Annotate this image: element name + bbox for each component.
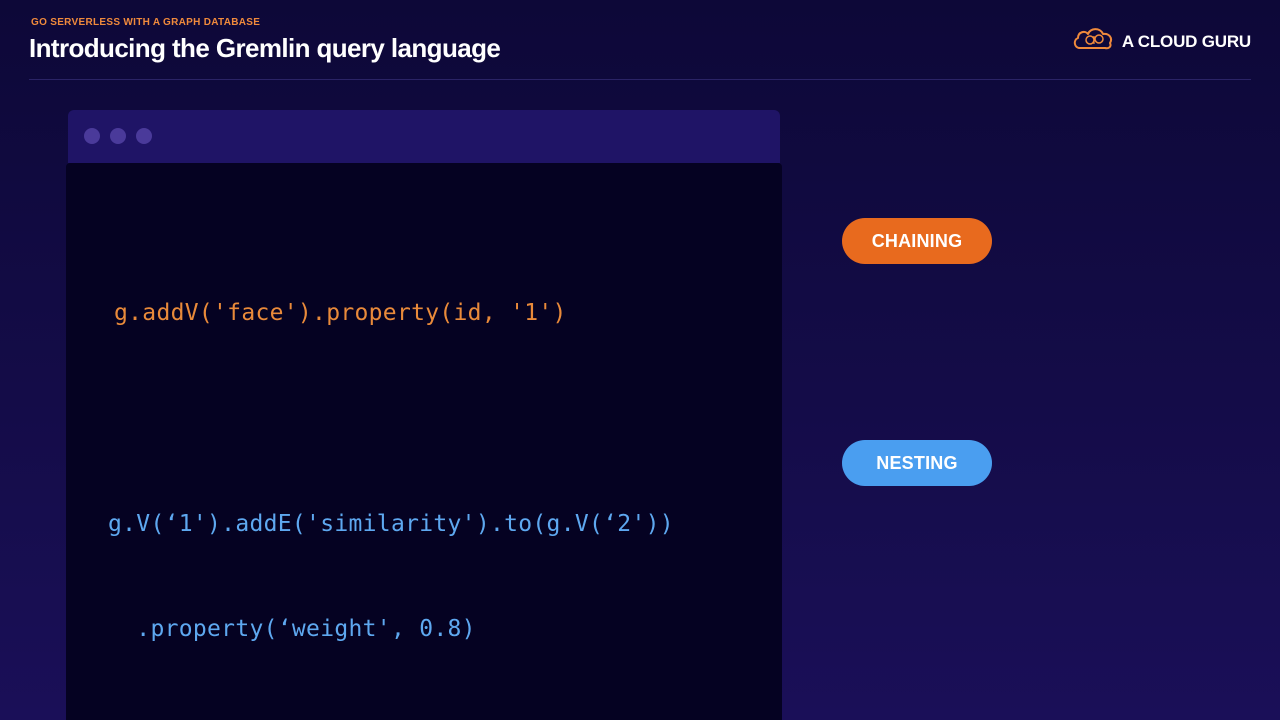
header-divider (29, 79, 1251, 80)
brand-logo: A CLOUD GURU (1072, 26, 1251, 57)
code-line: .property(‘weight', 0.8) (108, 616, 476, 642)
chaining-badge: CHAINING (842, 218, 992, 264)
window-dot (84, 128, 100, 144)
chaining-code-block: g.addV('face').property(id, '1') (114, 226, 567, 366)
page-title: Introducing the Gremlin query language (29, 33, 501, 63)
brand-name: A CLOUD GURU (1121, 31, 1251, 51)
cloud-logo-icon (1072, 26, 1114, 57)
code-line: g.addV('face').property(id, '1') (114, 300, 567, 326)
window-dot (110, 128, 126, 144)
window-titlebar (68, 110, 780, 163)
code-line: g.V(‘1').addE('similarity').to(g.V(‘2')) (108, 511, 674, 537)
course-eyebrow: GO SERVERLESS WITH A GRAPH DATABASE (31, 17, 261, 28)
nesting-code-block: g.V(‘1').addE('similarity').to(g.V(‘2'))… (108, 437, 674, 682)
window-dot (136, 128, 152, 144)
nesting-badge: NESTING (842, 440, 992, 486)
